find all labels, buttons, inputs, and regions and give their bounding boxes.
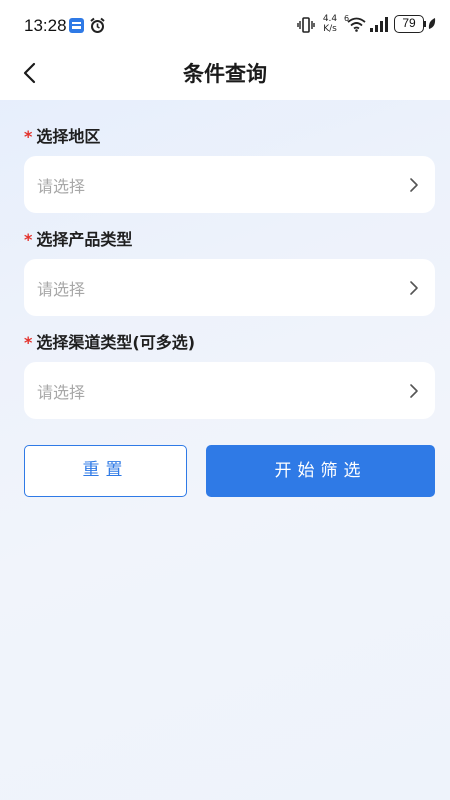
alarm-icon [90,17,105,33]
chevron-right-icon [410,281,418,295]
app-notification-icon [69,18,84,33]
channel-type-select[interactable]: 请选择 [24,362,435,419]
region-label: * 选择地区 [24,123,100,147]
battery-icon: 79 [394,15,424,33]
status-bar: 13:28 4.4 K/s 6 79 [0,0,450,50]
header: 13:28 4.4 K/s 6 79 条件查询 [0,0,450,100]
battery-level: 79 [402,16,416,30]
vibrate-icon [297,17,315,33]
network-speed-unit: K/s [323,24,337,34]
channel-type-label-text: 选择渠道类型(可多选) [36,333,196,352]
wifi-icon: 6 [344,14,366,34]
status-time: 13:28 [24,16,67,35]
region-label-text: 选择地区 [36,127,101,146]
network-speed: 4.4 K/s [321,14,339,34]
product-type-label-text: 选择产品类型 [36,230,133,249]
battery-tip [424,21,426,27]
leaf-icon [428,18,436,29]
channel-type-label: * 选择渠道类型(可多选) [24,329,195,353]
start-filter-button[interactable]: 开始筛选 [206,445,435,497]
region-select-placeholder: 请选择 [37,177,86,196]
product-type-select-placeholder: 请选择 [37,280,86,299]
product-type-select[interactable]: 请选择 [24,259,435,316]
chevron-right-icon [410,384,418,398]
page-title: 条件查询 [183,62,267,86]
nav-bar: 条件查询 [0,50,450,96]
chevron-right-icon [410,178,418,192]
network-speed-value: 4.4 [322,14,338,24]
signal-icon [370,17,388,32]
region-select[interactable]: 请选择 [24,156,435,213]
reset-button[interactable]: 重置 [24,445,187,497]
required-mark: * [24,230,33,249]
required-mark: * [24,333,33,352]
required-mark: * [24,127,33,146]
channel-type-select-placeholder: 请选择 [37,383,86,402]
product-type-label: * 选择产品类型 [24,226,132,250]
